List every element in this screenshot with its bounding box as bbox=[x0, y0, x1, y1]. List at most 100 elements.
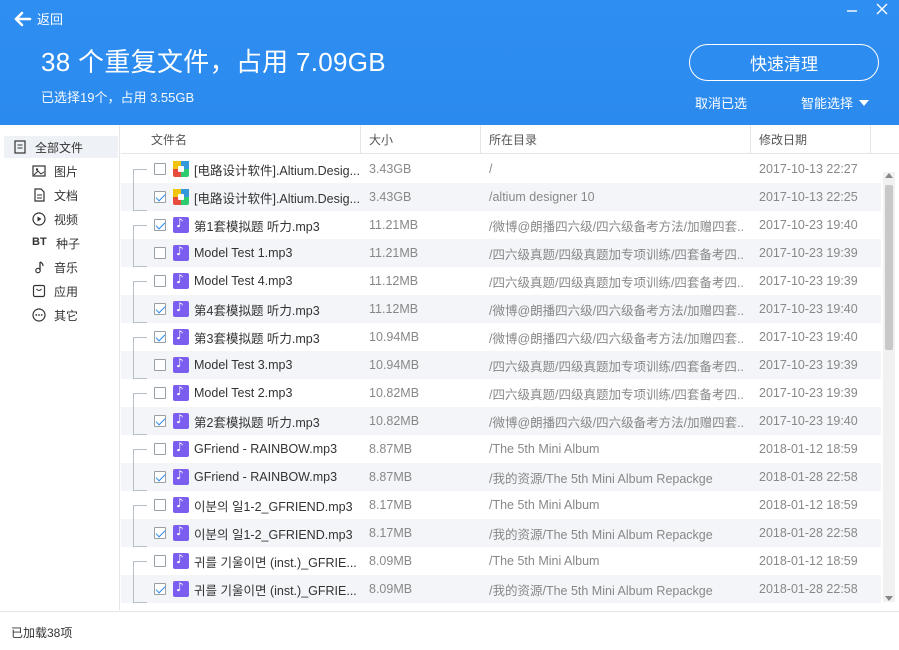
cancel-selected-link[interactable]: 取消已选 bbox=[695, 93, 747, 112]
row-checkbox[interactable] bbox=[154, 443, 166, 455]
row-checkbox[interactable] bbox=[154, 499, 166, 511]
sidebar-item-label: 音乐 bbox=[54, 260, 79, 275]
sidebar-item-images[interactable]: 图片 bbox=[0, 160, 120, 182]
row-checkbox[interactable] bbox=[154, 415, 166, 427]
column-header-date[interactable]: 修改日期 bbox=[751, 125, 871, 154]
column-header-size[interactable]: 大小 bbox=[361, 125, 481, 154]
sidebar-item-music[interactable]: 音乐 bbox=[0, 256, 120, 278]
file-name: Model Test 2.mp3 bbox=[194, 386, 293, 400]
row-checkbox[interactable] bbox=[154, 359, 166, 371]
page-title: 38 个重复文件，占用 7.09GB bbox=[41, 47, 386, 77]
file-directory: /微博@朗播四六级/四六级备考方法/加赠四套... bbox=[489, 331, 744, 346]
table-row[interactable]: 第3套模拟题 听力.mp3 10.94MB/微博@朗播四六级/四六级备考方法/加赠… bbox=[121, 323, 881, 351]
selection-summary: 已选择19个，占用 3.55GB bbox=[41, 90, 195, 105]
row-checkbox[interactable] bbox=[154, 583, 166, 595]
file-name: GFriend - RAINBOW.mp3 bbox=[194, 470, 338, 484]
status-bar: 已加载38项 bbox=[0, 611, 899, 650]
file-date: 2017-10-23 19:40 bbox=[759, 218, 858, 232]
table-row[interactable]: 이분의 일1-2_GFRIEND.mp3 8.17MB/我的资源/The 5th … bbox=[121, 519, 881, 547]
image-icon bbox=[32, 165, 46, 177]
loaded-count: 已加载38项 bbox=[11, 626, 73, 640]
duplicate-group-bracket bbox=[133, 449, 147, 491]
file-size: 3.43GB bbox=[369, 162, 412, 176]
row-checkbox[interactable] bbox=[154, 191, 166, 203]
header-bar: 返回 38 个重复文件，占用 7.09GB 已选择19个，占用 3.55GB 快… bbox=[0, 0, 899, 125]
row-checkbox[interactable] bbox=[154, 275, 166, 287]
table-row[interactable]: Model Test 1.mp3 11.21MB/四六级真题/四级真题加专项训练/… bbox=[121, 239, 881, 267]
row-checkbox[interactable] bbox=[154, 387, 166, 399]
row-checkbox[interactable] bbox=[154, 247, 166, 259]
app-icon bbox=[32, 284, 46, 298]
table-row[interactable]: GFriend - RAINBOW.mp3 8.87MB/The 5th Mini… bbox=[121, 435, 881, 463]
scroll-up-icon[interactable] bbox=[885, 173, 893, 178]
row-checkbox[interactable] bbox=[154, 555, 166, 567]
column-header-directory[interactable]: 所在目录 bbox=[481, 125, 751, 154]
file-directory: /四六级真题/四级真题加专项训练/四套备考四... bbox=[489, 247, 744, 262]
column-header-name[interactable]: 文件名 bbox=[143, 125, 361, 154]
table-row[interactable]: [电路设计软件].Altium.Desig... 3.43GB/altium de… bbox=[121, 183, 881, 211]
table-row[interactable]: 귀를 기울이면 (inst.)_GFRIE... 8.09MB/The 5th M… bbox=[121, 547, 881, 575]
sidebar-item-label: 其它 bbox=[54, 308, 79, 323]
row-checkbox[interactable] bbox=[154, 527, 166, 539]
row-checkbox[interactable] bbox=[154, 471, 166, 483]
file-name: 第3套模拟题 听力.mp3 bbox=[194, 331, 320, 346]
table-row[interactable]: 이분의 일1-2_GFRIEND.mp3 8.17MB/The 5th Mini … bbox=[121, 491, 881, 519]
sidebar-item-label: 种子 bbox=[56, 236, 81, 251]
file-date: 2017-10-13 22:25 bbox=[759, 190, 858, 204]
row-checkbox[interactable] bbox=[154, 163, 166, 175]
table-row[interactable]: Model Test 2.mp3 10.82MB/四六级真题/四级真题加专项训练/… bbox=[121, 379, 881, 407]
row-checkbox[interactable] bbox=[154, 303, 166, 315]
duplicate-group-bracket bbox=[133, 281, 147, 323]
file-date: 2017-10-23 19:39 bbox=[759, 386, 858, 400]
file-size: 8.17MB bbox=[369, 498, 413, 512]
sidebar-item-label: 文档 bbox=[54, 188, 79, 203]
table-row[interactable]: 第4套模拟题 听力.mp3 11.12MB/微博@朗播四六级/四六级备考方法/加赠… bbox=[121, 295, 881, 323]
table-row[interactable]: Model Test 4.mp3 11.12MB/四六级真题/四级真题加专项训练/… bbox=[121, 267, 881, 295]
file-size: 8.17MB bbox=[369, 526, 413, 540]
scrollbar-thumb[interactable] bbox=[885, 185, 893, 350]
file-directory: /四六级真题/四级真题加专项训练/四套备考四... bbox=[489, 387, 744, 402]
back-button[interactable]: 返回 bbox=[14, 9, 63, 28]
table-row[interactable]: 第2套模拟题 听力.mp3 10.82MB/微博@朗播四六级/四六级备考方法/加赠… bbox=[121, 407, 881, 435]
table-row[interactable]: 第1套模拟题 听力.mp3 11.21MB/微博@朗播四六级/四六级备考方法/加赠… bbox=[121, 211, 881, 239]
file-name: Model Test 3.mp3 bbox=[194, 358, 293, 372]
file-name: Model Test 1.mp3 bbox=[194, 246, 293, 260]
quick-clean-button[interactable]: 快速清理 bbox=[689, 44, 879, 81]
audio-file-icon bbox=[173, 244, 189, 261]
bt-icon: BT bbox=[32, 236, 47, 248]
file-size: 10.94MB bbox=[369, 330, 420, 344]
duplicate-group-bracket bbox=[133, 561, 147, 603]
back-arrow-icon bbox=[14, 11, 32, 26]
file-date: 2018-01-12 18:59 bbox=[759, 442, 858, 456]
duplicate-group-bracket bbox=[133, 505, 147, 547]
sidebar-item-videos[interactable]: 视频 bbox=[0, 208, 120, 230]
close-icon[interactable] bbox=[875, 2, 889, 16]
file-date: 2017-10-23 19:40 bbox=[759, 330, 858, 344]
file-date: 2017-10-23 19:39 bbox=[759, 246, 858, 260]
sidebar-item-all-files[interactable]: 全部文件 bbox=[4, 136, 118, 158]
table-row[interactable]: Model Test 3.mp3 10.94MB/四六级真题/四级真题加专项训练/… bbox=[121, 351, 881, 379]
file-size: 11.12MB bbox=[369, 302, 419, 316]
table-row[interactable]: GFriend - RAINBOW.mp3 8.87MB/我的资源/The 5th… bbox=[121, 463, 881, 491]
other-icon bbox=[32, 308, 46, 322]
audio-file-icon bbox=[173, 552, 189, 569]
file-size: 3.43GB bbox=[369, 190, 412, 204]
table-row[interactable]: 귀를 기울이면 (inst.)_GFRIE... 8.09MB/我的资源/The … bbox=[121, 575, 881, 603]
file-name: Model Test 4.mp3 bbox=[194, 274, 293, 288]
file-size: 10.82MB bbox=[369, 414, 420, 428]
minimize-icon[interactable] bbox=[845, 2, 859, 16]
table-row[interactable]: [电路设计软件].Altium.Desig... 3.43GB / 2017-10-1… bbox=[121, 155, 881, 183]
sidebar-item-apps[interactable]: 应用 bbox=[0, 280, 120, 302]
file-date: 2018-01-28 22:58 bbox=[759, 470, 858, 484]
sidebar-item-torrents[interactable]: BT 种子 bbox=[0, 232, 120, 254]
sidebar-item-other[interactable]: 其它 bbox=[0, 304, 120, 326]
file-directory: /四六级真题/四级真题加专项训练/四套备考四... bbox=[489, 359, 744, 374]
smart-select-dropdown[interactable]: 智能选择 bbox=[801, 93, 870, 112]
row-checkbox[interactable] bbox=[154, 331, 166, 343]
file-date: 2017-10-23 19:40 bbox=[759, 302, 858, 316]
scroll-down-icon[interactable] bbox=[885, 596, 893, 601]
file-directory: /altium designer 10 bbox=[489, 190, 595, 204]
row-checkbox[interactable] bbox=[154, 219, 166, 231]
file-directory: /微博@朗播四六级/四六级备考方法/加赠四套... bbox=[489, 415, 744, 430]
sidebar-item-documents[interactable]: 文档 bbox=[0, 184, 120, 206]
